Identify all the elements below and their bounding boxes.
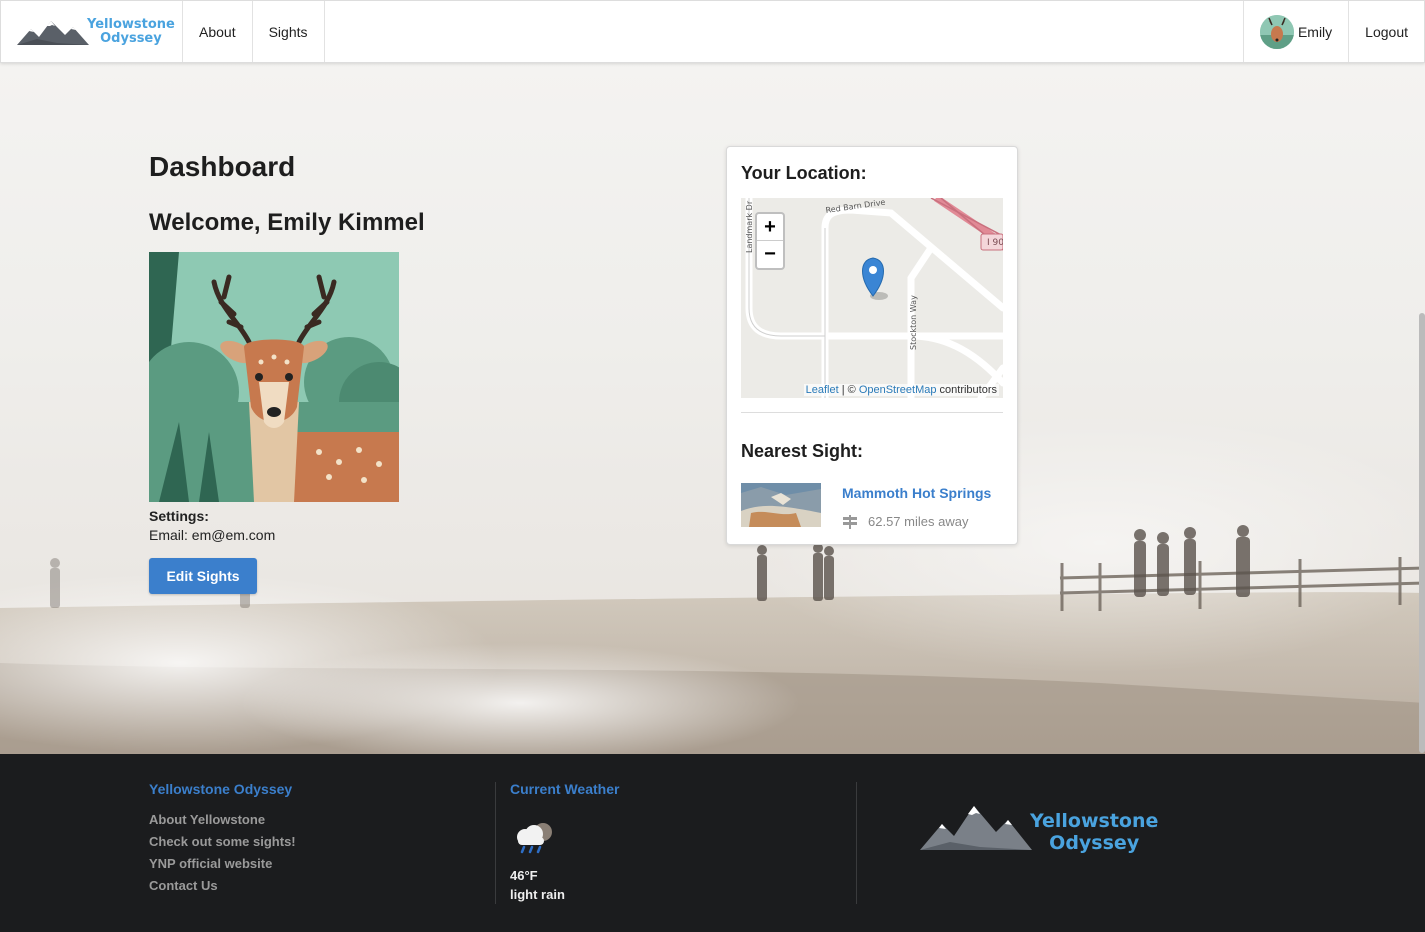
footer-link-sights[interactable]: Check out some sights! [149, 834, 296, 849]
card-divider [741, 412, 1003, 413]
footer-link-about[interactable]: About Yellowstone [149, 812, 265, 827]
nav-about[interactable]: About [183, 1, 253, 62]
footer-brand-title: Yellowstone Odyssey [149, 781, 293, 797]
osm-link[interactable]: OpenStreetMap [859, 384, 937, 396]
nav-username: Emily [1297, 23, 1333, 40]
footer-divider [495, 782, 496, 904]
dashboard-main: Dashboard Welcome, Emily Kimmel Settings… [0, 63, 1425, 754]
zoom-in-button[interactable]: + [757, 214, 783, 241]
page-title: Dashboard [149, 151, 296, 182]
profile-picture [149, 252, 399, 502]
map-label-stockton: Stockton Way [909, 295, 918, 350]
mountains-logo-icon [17, 20, 89, 45]
footer-link-ynp[interactable]: YNP official website [149, 856, 272, 871]
location-map[interactable]: I 90 Red Barn Drive Landmark Dr Stockton… [741, 198, 1003, 398]
email-text: Email: em@em.com [149, 527, 276, 543]
location-title: Your Location: [741, 163, 867, 183]
welcome-heading: Welcome, Emily Kimmel [149, 209, 425, 236]
map-zoom-controls: + − [755, 212, 785, 270]
footer-logo-line2: Odyssey [1049, 832, 1140, 854]
weather-title: Current Weather [510, 781, 620, 797]
nearest-sight-link[interactable]: Mammoth Hot Springs [842, 485, 991, 501]
avatar [1259, 14, 1294, 49]
leaflet-link[interactable]: Leaflet [806, 384, 839, 396]
nearest-sight-thumbnail[interactable] [741, 483, 821, 527]
footer-divider [856, 782, 857, 904]
zoom-out-button[interactable]: − [757, 241, 783, 268]
map-attribution: Leaflet | © OpenStreetMap contributors [803, 384, 999, 396]
footer: Yellowstone Odyssey About Yellowstone Ch… [0, 754, 1425, 932]
location-card: Your Location: I 90 Red Barn Drive Landm… [726, 146, 1018, 545]
nearest-sight-distance: 62.57 miles away [868, 514, 969, 529]
signpost-icon [843, 514, 857, 529]
footer-logo-line1: Yellowstone [1030, 810, 1159, 832]
settings-label: Settings: [149, 508, 209, 524]
nav-logout[interactable]: Logout [1348, 1, 1424, 62]
deer-avatar-icon [149, 252, 399, 502]
brand-line1: Yellowstone [87, 16, 175, 32]
top-navbar: Yellowstone Odyssey About Sights Emily L… [0, 0, 1425, 63]
page-scrollbar[interactable] [1419, 313, 1425, 753]
map-label-landmark: Landmark Dr [745, 200, 754, 253]
brand-logo[interactable]: Yellowstone Odyssey [1, 1, 183, 62]
footer-link-contact[interactable]: Contact Us [149, 878, 218, 893]
weather-temperature: 46°F [510, 868, 538, 883]
nearest-title: Nearest Sight: [741, 441, 864, 461]
brand-line2: Odyssey [100, 30, 162, 46]
edit-sights-button[interactable]: Edit Sights [149, 558, 257, 594]
map-label-i90: I 90 [987, 238, 1003, 248]
weather-condition: light rain [510, 887, 565, 902]
rain-cloud-icon [517, 823, 552, 854]
nav-user-menu[interactable]: Emily [1242, 1, 1348, 62]
nav-sights[interactable]: Sights [253, 1, 325, 62]
